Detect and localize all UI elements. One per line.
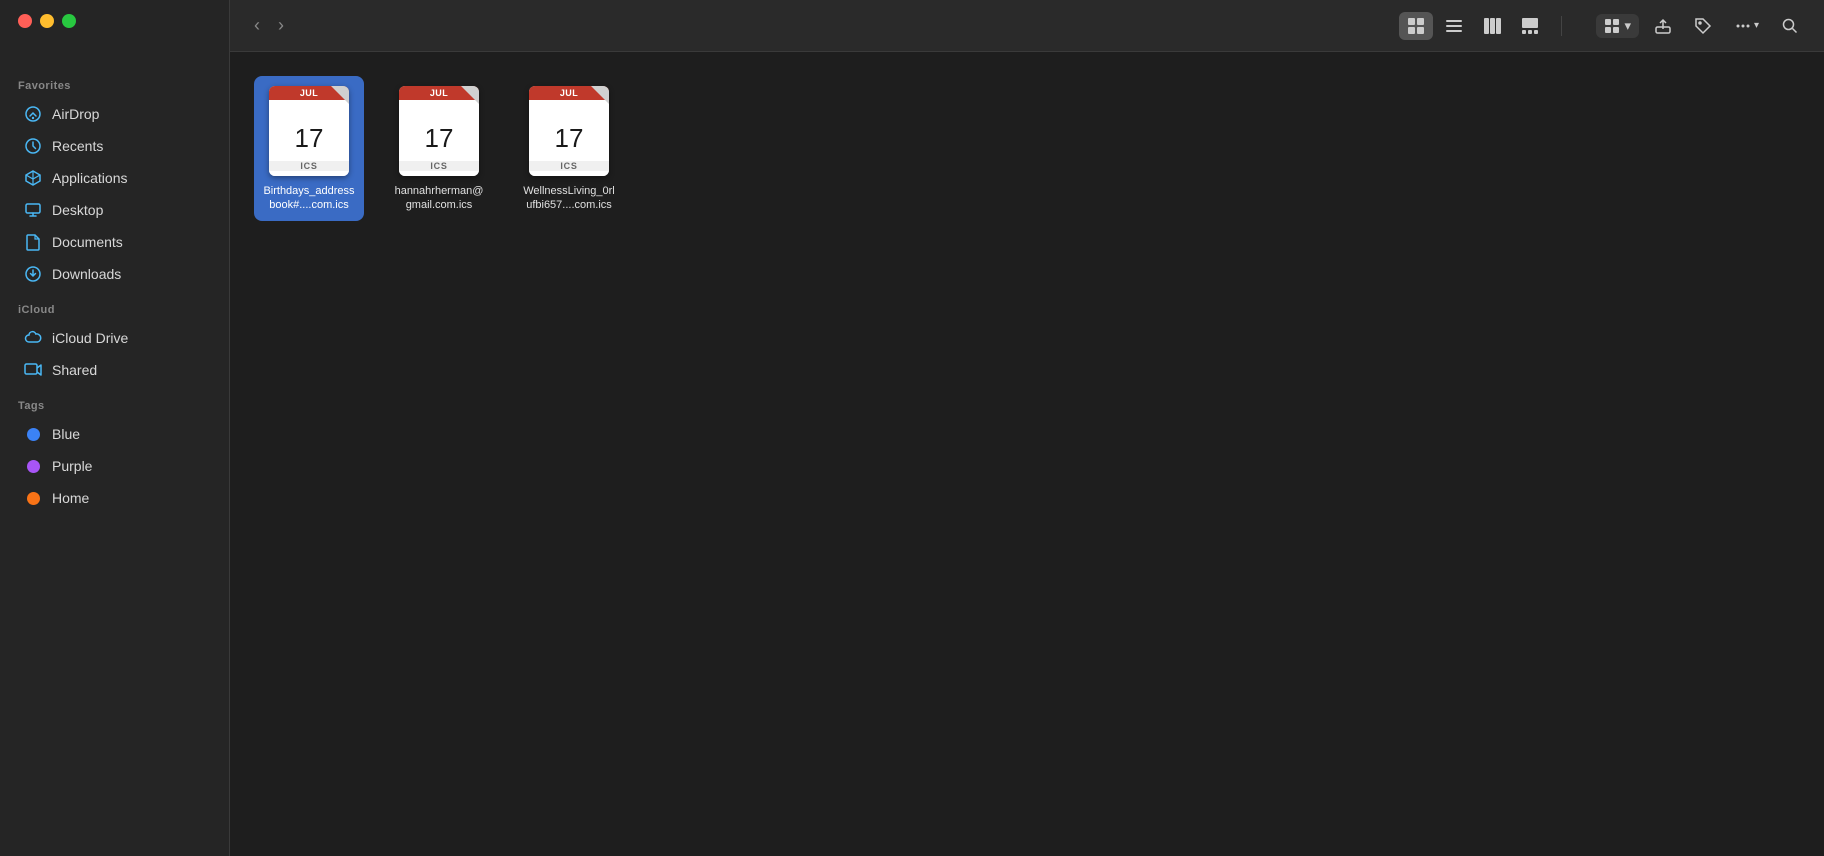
traffic-lights <box>18 14 76 28</box>
sidebar-item-label-desktop: Desktop <box>52 202 103 218</box>
sidebar-section-favorites: Favorites <box>0 66 229 98</box>
sidebar-item-label-purple: Purple <box>52 458 92 474</box>
gallery-icon <box>1521 17 1539 35</box>
sidebar-item-label-recents: Recents <box>52 138 103 154</box>
downloads-icon <box>24 265 42 283</box>
share-button[interactable] <box>1647 12 1679 40</box>
file-item-wellness[interactable]: JUL 17 ICS WellnessLiving_0rlufbi657....… <box>514 76 624 221</box>
group-button[interactable]: ▾ <box>1596 14 1639 38</box>
grid-view-button[interactable] <box>1399 12 1433 40</box>
view-buttons <box>1399 12 1547 40</box>
purple-icon <box>24 457 42 475</box>
file-item-gmail[interactable]: JUL 17 ICS hannahrherman@gmail.com.ics <box>384 76 494 221</box>
file-item-birthdays[interactable]: JUL 17 ICS Birthdays_addressbook#....com… <box>254 76 364 221</box>
search-button[interactable] <box>1774 12 1806 40</box>
forward-button[interactable]: › <box>272 13 290 38</box>
tag-icon <box>1694 17 1712 35</box>
columns-view-button[interactable] <box>1475 12 1509 40</box>
tag-button[interactable] <box>1687 12 1719 40</box>
sidebar-item-desktop[interactable]: Desktop <box>6 195 223 225</box>
back-button[interactable]: ‹ <box>248 13 266 38</box>
file-icon-wellness: JUL 17 ICS <box>529 86 609 176</box>
applications-icon <box>24 169 42 187</box>
more-icon <box>1734 17 1752 35</box>
file-icon-birthdays: JUL 17 ICS <box>269 86 349 176</box>
list-view-button[interactable] <box>1437 12 1471 40</box>
home-icon <box>24 489 42 507</box>
file-icon-gmail: JUL 17 ICS <box>399 86 479 176</box>
list-icon <box>1445 17 1463 35</box>
toolbar-divider <box>1561 16 1562 36</box>
sidebar-item-label-icloud-drive: iCloud Drive <box>52 330 128 346</box>
sidebar-item-label-home: Home <box>52 490 89 506</box>
sidebar-item-icloud-drive[interactable]: iCloud Drive <box>6 323 223 353</box>
grid-icon <box>1407 17 1425 35</box>
sidebar-item-home[interactable]: Home <box>6 483 223 513</box>
file-name-wellness: WellnessLiving_0rlufbi657....com.ics <box>522 184 616 213</box>
nav-buttons: ‹ › <box>248 13 290 38</box>
more-chevron: ▾ <box>1754 20 1759 31</box>
airdrop-icon <box>24 105 42 123</box>
sidebar-item-shared[interactable]: Shared <box>6 355 223 385</box>
group-chevron: ▾ <box>1624 18 1631 34</box>
toolbar-right-actions: ▾ ▾ <box>1596 12 1806 40</box>
main-area: ‹ › <box>230 0 1824 856</box>
tag-dot-purple <box>27 460 40 473</box>
more-button[interactable]: ▾ <box>1727 12 1766 40</box>
file-name-gmail: hannahrherman@gmail.com.ics <box>392 184 486 213</box>
columns-icon <box>1483 17 1501 35</box>
shared-icon <box>24 361 42 379</box>
sidebar-item-label-documents: Documents <box>52 234 123 250</box>
sidebar-section-tags: Tags <box>0 386 229 418</box>
sidebar-item-label-blue: Blue <box>52 426 80 442</box>
icloud-icon <box>24 329 42 347</box>
group-icon <box>1604 18 1620 34</box>
sidebar-item-recents[interactable]: Recents <box>6 131 223 161</box>
sidebar-item-documents[interactable]: Documents <box>6 227 223 257</box>
sidebar-item-label-airdrop: AirDrop <box>52 106 99 122</box>
sidebar-item-airdrop[interactable]: AirDrop <box>6 99 223 129</box>
sidebar-item-blue[interactable]: Blue <box>6 419 223 449</box>
sidebar-item-purple[interactable]: Purple <box>6 451 223 481</box>
maximize-button[interactable] <box>62 14 76 28</box>
sidebar-item-applications[interactable]: Applications <box>6 163 223 193</box>
share-icon <box>1654 17 1672 35</box>
toolbar: ‹ › <box>230 0 1824 52</box>
sidebar-item-label-downloads: Downloads <box>52 266 121 282</box>
tag-dot-blue <box>27 428 40 441</box>
sidebar-item-label-applications: Applications <box>52 170 128 186</box>
file-content: JUL 17 ICS Birthdays_addressbook#....com… <box>230 52 1824 856</box>
minimize-button[interactable] <box>40 14 54 28</box>
gallery-view-button[interactable] <box>1513 12 1547 40</box>
documents-icon <box>24 233 42 251</box>
tag-dot-home <box>27 492 40 505</box>
sidebar: Favorites AirDrop Recents Applications Deskt… <box>0 0 230 856</box>
recents-icon <box>24 137 42 155</box>
file-name-birthdays: Birthdays_addressbook#....com.ics <box>262 184 356 213</box>
desktop-icon <box>24 201 42 219</box>
search-icon <box>1781 17 1799 35</box>
close-button[interactable] <box>18 14 32 28</box>
sidebar-section-icloud: iCloud <box>0 290 229 322</box>
sidebar-item-downloads[interactable]: Downloads <box>6 259 223 289</box>
sidebar-item-label-shared: Shared <box>52 362 97 378</box>
blue-icon <box>24 425 42 443</box>
